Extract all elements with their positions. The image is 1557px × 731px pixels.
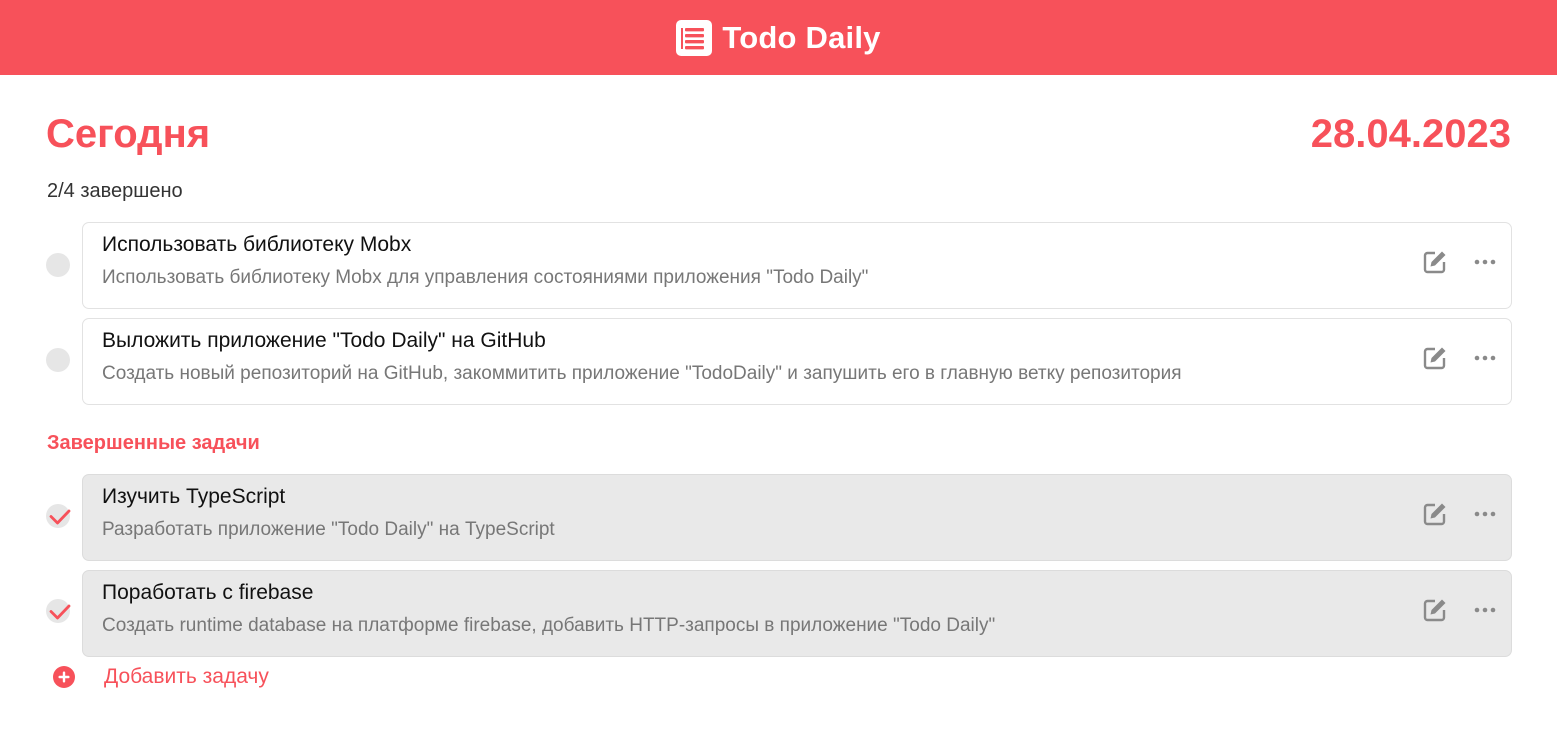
edit-icon [1423, 503, 1446, 526]
add-task-label: Добавить задачу [104, 665, 269, 688]
edit-icon [1423, 599, 1446, 622]
edit-icon [1423, 251, 1446, 274]
task-checkbox-checked[interactable] [46, 599, 71, 623]
more-button[interactable] [1473, 250, 1497, 274]
task-title: Использовать библиотеку Mobx [102, 233, 412, 256]
task-description: Создать runtime database на платформе fi… [102, 615, 996, 636]
checkmark-icon [49, 509, 71, 525]
brand[interactable]: Todo Daily [676, 19, 881, 56]
task-card[interactable]: Использовать библиотеку Mobx Использоват… [82, 222, 1512, 309]
task-title: Выложить приложение "Todo Daily" на GitH… [102, 329, 546, 352]
task-checkbox-checked[interactable] [46, 504, 71, 528]
more-button[interactable] [1473, 598, 1497, 622]
list-doc-icon [676, 19, 713, 56]
task-title: Поработать с firebase [102, 581, 314, 604]
more-button[interactable] [1473, 346, 1497, 370]
task-card[interactable]: Выложить приложение "Todo Daily" на GitH… [82, 318, 1512, 405]
task-checkbox[interactable] [46, 253, 70, 277]
app-title: Todo Daily [722, 19, 881, 55]
more-dots-icon [1474, 355, 1496, 361]
task-checkbox[interactable] [46, 348, 70, 372]
edit-button[interactable] [1421, 248, 1449, 276]
page-title: Сегодня [46, 112, 211, 156]
more-dots-icon [1474, 607, 1496, 613]
task-description: Создать новый репозиторий на GitHub, зак… [102, 363, 1182, 384]
more-dots-icon [1474, 511, 1496, 517]
task-description: Разработать приложение "Todo Daily" на T… [102, 519, 555, 540]
edit-button[interactable] [1421, 596, 1449, 624]
progress-count: 2/4 завершено [47, 180, 183, 202]
completed-section-title: Завершенные задачи [47, 432, 260, 454]
plus-circle-icon [53, 666, 75, 688]
more-dots-icon [1474, 259, 1496, 265]
add-task-button[interactable]: Добавить задачу [52, 665, 269, 689]
edit-icon [1423, 347, 1446, 370]
app-header: Todo Daily [0, 0, 1557, 75]
page-date: 28.04.2023 [1310, 112, 1511, 156]
task-description: Использовать библиотеку Mobx для управле… [102, 267, 869, 288]
completed-task-card[interactable]: Изучить TypeScript Разработать приложени… [82, 474, 1512, 561]
task-title: Изучить TypeScript [102, 485, 286, 508]
edit-button[interactable] [1421, 344, 1449, 372]
checkmark-icon [49, 604, 71, 620]
edit-button[interactable] [1421, 500, 1449, 528]
more-button[interactable] [1473, 502, 1497, 526]
completed-task-card[interactable]: Поработать с firebase Создать runtime da… [82, 570, 1512, 657]
